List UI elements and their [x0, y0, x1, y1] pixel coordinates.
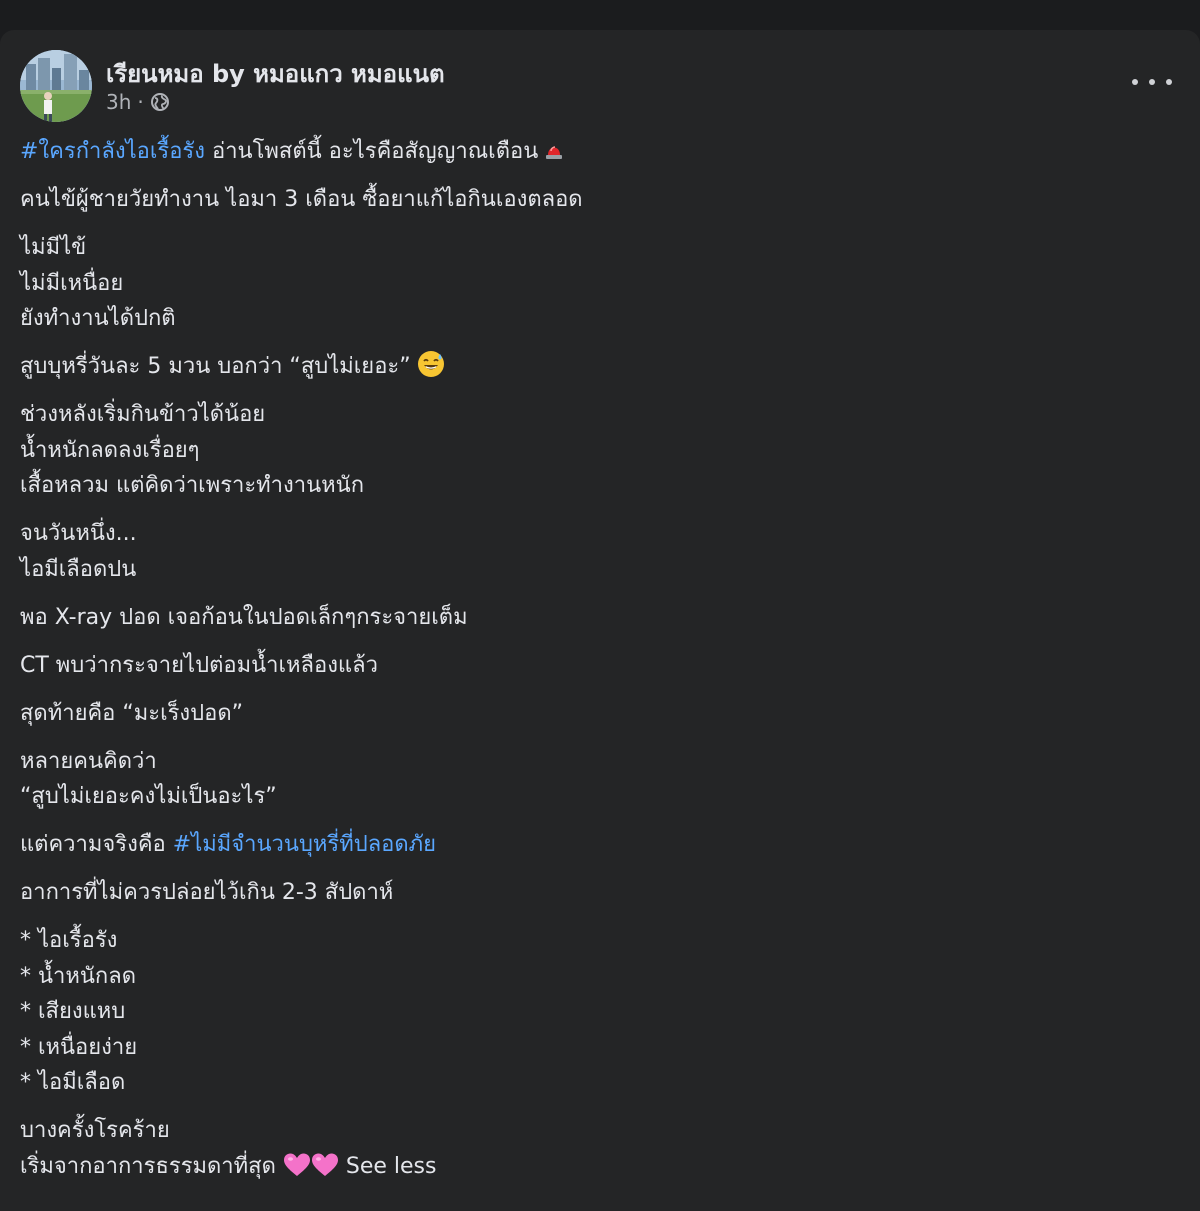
post-paragraph: * ไอเรื้อรัง * น้ำหนักลด * เสียงแหบ * เหนื่…	[20, 923, 1160, 1101]
post-line: ไม่มีเหนื่อย	[20, 266, 1160, 302]
post-line: * เหนื่อยง่าย	[20, 1030, 1160, 1066]
post-text: แต่ความจริงคือ	[20, 832, 173, 857]
post-text: “สูบไม่เยอะคงไม่เป็นอะไร”	[20, 784, 277, 809]
post-line: อาการที่ไม่ควรปล่อยไว้เกิน 2-3 สัปดาห์	[20, 875, 1160, 911]
post-paragraph: แต่ความจริงคือ #ไม่มีจำนวนบุหรี่ที่ปลอดภ…	[20, 827, 1160, 863]
post-line: แต่ความจริงคือ #ไม่มีจำนวนบุหรี่ที่ปลอดภ…	[20, 827, 1160, 863]
post-line: จนวันหนึ่ง...	[20, 516, 1160, 552]
post-line: บางครั้งโรคร้าย	[20, 1113, 1160, 1149]
more-options-icon[interactable]	[1132, 70, 1172, 94]
post-paragraph: CT พบว่ากระจายไปต่อมน้ำเหลืองแล้ว	[20, 648, 1160, 684]
post-text: เริ่มจากอาการธรรมดาที่สุด	[20, 1153, 283, 1179]
post-text: หลายคนคิดว่า	[20, 748, 157, 774]
post-text: CT พบว่ากระจายไปต่อมน้ำเหลืองแล้ว	[20, 652, 378, 678]
post-text: สุดท้ายคือ “มะเร็งปอด”	[20, 700, 244, 726]
siren-icon	[546, 146, 563, 159]
post-text: คนไข้ผู้ชายวัยทำงาน ไอมา 3 เดือน ซื้อยาแ…	[20, 187, 583, 212]
more-dot	[1132, 79, 1138, 85]
post-line: สูบบุหรี่วันละ 5 มวน บอกว่า “สูบไม่เยอะ”	[20, 349, 1160, 385]
author-avatar[interactable]	[20, 50, 92, 122]
post-line: พอ X-ray ปอด เจอก้อนในปอดเล็กๆกระจายเต็ม	[20, 600, 1160, 636]
post-text: เสื้อหลวม แต่คิดว่าเพราะทำงานหนัก	[20, 473, 365, 498]
post-line: เริ่มจากอาการธรรมดาที่สุด See less	[20, 1149, 1160, 1185]
post-paragraph: บางครั้งโรคร้ายเริ่มจากอาการธรรมดาที่สุด…	[20, 1113, 1160, 1184]
post-line: เสื้อหลวม แต่คิดว่าเพราะทำงานหนัก	[20, 468, 1160, 504]
sweat-smile-icon	[417, 351, 444, 377]
post-line: สุดท้ายคือ “มะเร็งปอด”	[20, 696, 1160, 732]
hashtag-link[interactable]: #ใครกำลังไอเรื้อรัง	[20, 139, 205, 164]
post-card: เรียนหมอ by หมอแกว หมอแนต 3h · #ใครกำลัง…	[0, 30, 1200, 1211]
post-line: * เสียงแหบ	[20, 994, 1160, 1030]
post-line: * ไอมีเลือด	[20, 1065, 1160, 1101]
pink-heart-icon	[311, 1153, 338, 1176]
post-text: ช่วงหลังเริ่มกินข้าวได้น้อย	[20, 402, 266, 427]
post-line: คนไข้ผู้ชายวัยทำงาน ไอมา 3 เดือน ซื้อยาแ…	[20, 182, 1160, 218]
see-less-link[interactable]: See less	[346, 1154, 437, 1179]
post-text: * น้ำหนักลด	[20, 963, 137, 989]
post-paragraph: สูบบุหรี่วันละ 5 มวน บอกว่า “สูบไม่เยอะ”	[20, 349, 1160, 385]
post-line: ไอมีเลือดปน	[20, 552, 1160, 588]
post-line: #ใครกำลังไอเรื้อรัง อ่านโพสต์นี้ อะไรคือ…	[20, 134, 1160, 170]
post-text: อ่านโพสต์นี้ อะไรคือสัญญาณเตือน	[205, 139, 539, 164]
post-text: ไม่มีเหนื่อย	[20, 270, 124, 296]
post-text: * ไอมีเลือด	[20, 1070, 126, 1095]
post-text: ไอมีเลือดปน	[20, 556, 137, 582]
post-text: สูบบุหรี่วันละ 5 มวน บอกว่า “สูบไม่เยอะ”	[20, 354, 411, 379]
post-paragraph: อาการที่ไม่ควรปล่อยไว้เกิน 2-3 สัปดาห์	[20, 875, 1160, 911]
post-text: * ไอเรื้อรัง	[20, 928, 118, 953]
post-text: อาการที่ไม่ควรปล่อยไว้เกิน 2-3 สัปดาห์	[20, 880, 394, 905]
post-body: #ใครกำลังไอเรื้อรัง อ่านโพสต์นี้ อะไรคือ…	[20, 134, 1160, 1197]
post-text: ยังทำงานได้ปกติ	[20, 306, 176, 331]
hashtag-link[interactable]: #ไม่มีจำนวนบุหรี่ที่ปลอดภัย	[173, 832, 436, 857]
post-time[interactable]: 3h	[106, 90, 131, 114]
post-line: หลายคนคิดว่า	[20, 744, 1160, 780]
post-line: ช่วงหลังเริ่มกินข้าวได้น้อย	[20, 397, 1160, 433]
post-text: * เสียงแหบ	[20, 999, 126, 1024]
post-paragraph: ช่วงหลังเริ่มกินข้าวได้น้อยน้ำหนักลดลงเร…	[20, 397, 1160, 504]
globe-icon[interactable]	[150, 92, 170, 112]
post-text	[339, 1154, 346, 1179]
post-meta: 3h ·	[106, 90, 170, 114]
pink-heart-icon	[283, 1153, 310, 1176]
post-line: * น้ำหนักลด	[20, 959, 1160, 995]
post-paragraph: #ใครกำลังไอเรื้อรัง อ่านโพสต์นี้ อะไรคือ…	[20, 134, 1160, 170]
post-header: เรียนหมอ by หมอแกว หมอแนต 3h ·	[20, 50, 1180, 124]
more-dot	[1149, 79, 1155, 85]
post-line: ไม่มีไข้	[20, 230, 1160, 266]
post-text: จนวันหนึ่ง...	[20, 521, 137, 546]
author-name[interactable]: เรียนหมอ by หมอแกว หมอแนต	[106, 54, 445, 93]
avatar-image	[20, 50, 92, 122]
post-line: น้ำหนักลดลงเรื่อยๆ	[20, 433, 1160, 469]
meta-separator: ·	[137, 90, 144, 114]
post-line: ยังทำงานได้ปกติ	[20, 301, 1160, 337]
post-paragraph: สุดท้ายคือ “มะเร็งปอด”	[20, 696, 1160, 732]
post-text: บางครั้งโรคร้าย	[20, 1118, 170, 1143]
post-line: CT พบว่ากระจายไปต่อมน้ำเหลืองแล้ว	[20, 648, 1160, 684]
post-text: * เหนื่อยง่าย	[20, 1034, 138, 1060]
post-paragraph: พอ X-ray ปอด เจอก้อนในปอดเล็กๆกระจายเต็ม	[20, 600, 1160, 636]
more-dot	[1166, 79, 1172, 85]
post-text: พอ X-ray ปอด เจอก้อนในปอดเล็กๆกระจายเต็ม	[20, 604, 468, 630]
post-paragraph: ไม่มีไข้ไม่มีเหนื่อยยังทำงานได้ปกติ	[20, 230, 1160, 337]
post-paragraph: คนไข้ผู้ชายวัยทำงาน ไอมา 3 เดือน ซื้อยาแ…	[20, 182, 1160, 218]
post-line: “สูบไม่เยอะคงไม่เป็นอะไร”	[20, 779, 1160, 815]
post-text: น้ำหนักลดลงเรื่อยๆ	[20, 437, 200, 463]
post-text: ไม่มีไข้	[20, 235, 87, 260]
post-paragraph: จนวันหนึ่ง... ไอมีเลือดปน	[20, 516, 1160, 587]
post-paragraph: หลายคนคิดว่า “สูบไม่เยอะคงไม่เป็นอะไร”	[20, 744, 1160, 815]
post-line: * ไอเรื้อรัง	[20, 923, 1160, 959]
